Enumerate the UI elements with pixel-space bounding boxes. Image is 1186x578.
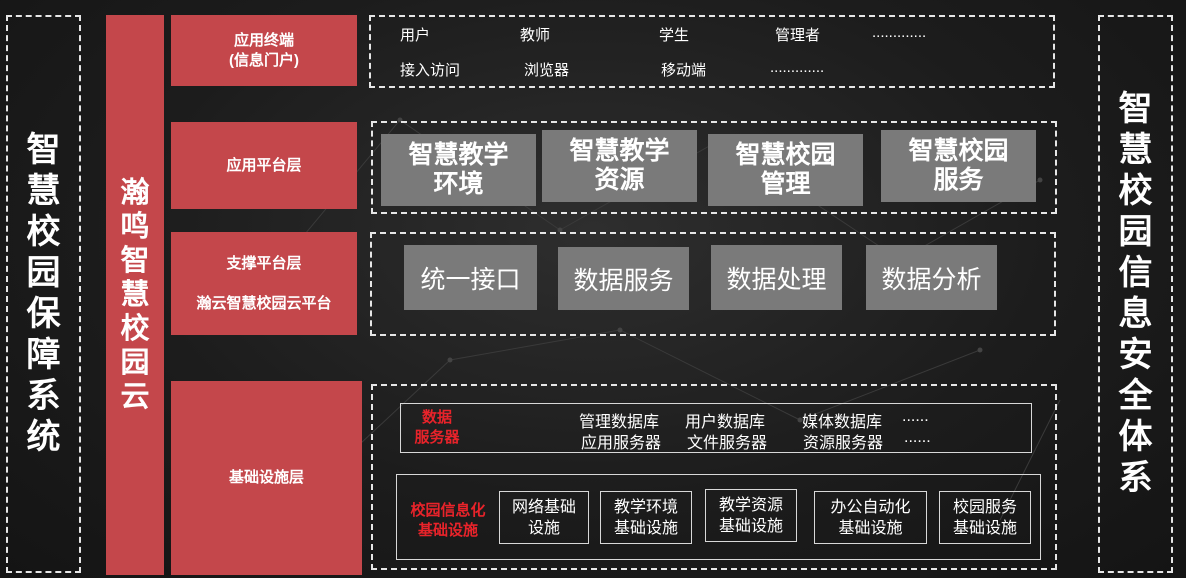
- cloud-column: 瀚鸣智慧校园云: [106, 15, 164, 575]
- campus-infra-label: 校园信息化 基础设施: [402, 501, 494, 541]
- cloud-char: 云: [120, 381, 150, 413]
- left-system-char: 统: [26, 418, 61, 456]
- layer-terminal-line2: (信息门户): [229, 51, 299, 69]
- infra-office-automation: 办公自动化 基础设施: [814, 491, 927, 544]
- app-box-1-line1: 智慧教学: [408, 141, 509, 169]
- cloud-char: 园: [120, 347, 150, 379]
- infra-campus-service-line2: 基础设施: [952, 519, 1017, 537]
- terminal-access: 接入访问: [400, 62, 461, 79]
- infra-teaching-res-line1: 教学资源: [718, 496, 783, 514]
- app-box-2-line1: 智慧教学: [569, 137, 670, 165]
- cloud-char: 鸣: [120, 211, 150, 243]
- left-system-char: 慧: [26, 172, 61, 210]
- right-system-char: 系: [1118, 459, 1153, 497]
- data-server-label-line1: 数据: [421, 409, 452, 426]
- left-security-system: 智慧校园保障系统: [6, 15, 81, 573]
- data-server-label-line2: 服务器: [414, 429, 460, 446]
- infra-teaching-env-line2: 基础设施: [613, 519, 678, 537]
- left-system-char: 保: [26, 295, 61, 333]
- layer-app-platform: 应用平台层: [171, 122, 357, 209]
- app-box-teaching-res: 智慧教学 资源: [542, 130, 697, 202]
- right-info-security-system: 智慧校园信息安全体系: [1098, 15, 1173, 573]
- right-system-char: 安: [1118, 336, 1153, 374]
- infra-teaching-res-line2: 基础设施: [718, 517, 783, 535]
- campus-infra-label-line1: 校园信息化: [410, 502, 486, 519]
- infra-campus-service-line1: 校园服务: [952, 498, 1017, 516]
- cloud-char: 智: [120, 245, 150, 277]
- app-box-4-line2: 服务: [933, 166, 984, 194]
- left-system-char: 智: [26, 131, 61, 169]
- right-system-title: 智慧校园信息安全体系: [1119, 89, 1153, 499]
- support-data-service: 数据服务: [558, 247, 689, 310]
- left-system-char: 障: [26, 336, 61, 374]
- left-system-char: 系: [26, 377, 61, 415]
- terminal-teacher: 教师: [520, 27, 551, 44]
- layer-app-platform-label: 应用平台层: [226, 156, 302, 174]
- layer-terminal: 应用终端 (信息门户): [171, 15, 357, 86]
- cloud-char: 慧: [120, 279, 150, 311]
- left-system-title: 智慧校园保障系统: [27, 130, 61, 458]
- infra-teaching-res: 教学资源 基础设施: [705, 489, 797, 542]
- left-system-char: 园: [26, 254, 61, 292]
- cloud-title: 瀚鸣智慧校园云: [120, 176, 149, 414]
- terminal-user: 用户: [400, 27, 431, 44]
- terminal-admin: 管理者: [775, 27, 821, 44]
- app-box-1-line2: 环境: [433, 170, 484, 198]
- server-app: 应用服务器: [581, 435, 662, 452]
- terminal-student: 学生: [659, 27, 690, 44]
- right-system-char: 园: [1118, 213, 1153, 251]
- right-system-char: 息: [1118, 295, 1153, 333]
- right-system-char: 慧: [1118, 131, 1153, 169]
- db-more: ......: [902, 408, 929, 425]
- campus-infra-label-line2: 基础设施: [417, 522, 478, 539]
- terminal-browser: 浏览器: [524, 62, 570, 79]
- infra-campus-service: 校园服务 基础设施: [939, 491, 1031, 544]
- right-system-char: 体: [1118, 418, 1153, 456]
- app-box-3-line2: 管理: [760, 170, 811, 198]
- layer-infrastructure-label: 基础设施层: [228, 469, 304, 486]
- server-file: 文件服务器: [687, 435, 768, 452]
- support-unified-interface: 统一接口: [404, 245, 537, 310]
- right-system-char: 智: [1118, 90, 1153, 128]
- layer-support-line1: 支撑平台层: [226, 254, 302, 272]
- infra-teaching-env-line1: 教学环境: [613, 498, 678, 516]
- server-resource: 资源服务器: [803, 435, 884, 452]
- layer-support-line2: 瀚云智慧校园云平台: [196, 294, 332, 312]
- cloud-char: 校: [120, 313, 150, 345]
- terminal-more-2: .............: [770, 59, 825, 76]
- right-system-char: 信: [1118, 254, 1153, 292]
- app-box-2-line2: 资源: [594, 166, 645, 194]
- data-server-label: 数据 服务器: [405, 408, 469, 448]
- layer-terminal-line1: 应用终端: [233, 31, 294, 49]
- support-data-analysis: 数据分析: [866, 245, 997, 310]
- infra-office-line2: 基础设施: [838, 519, 903, 537]
- cloud-char: 瀚: [120, 177, 150, 209]
- infra-network: 网络基础 设施: [499, 491, 589, 544]
- app-box-3-line1: 智慧校园: [735, 141, 836, 169]
- support-data-processing: 数据处理: [711, 245, 842, 310]
- right-system-char: 校: [1118, 172, 1153, 210]
- layer-support-platform: 支撑平台层 瀚云智慧校园云平台: [171, 232, 357, 335]
- infra-network-line2: 设施: [527, 519, 560, 537]
- left-system-char: 校: [26, 213, 61, 251]
- infra-teaching-env: 教学环境 基础设施: [600, 491, 692, 544]
- infra-office-line1: 办公自动化: [830, 498, 911, 516]
- layer-infrastructure: 基础设施层: [171, 381, 362, 575]
- terminal-more-1: .............: [872, 24, 927, 41]
- right-system-char: 全: [1118, 377, 1153, 415]
- terminal-mobile: 移动端: [661, 62, 707, 79]
- app-box-campus-service: 智慧校园 服务: [881, 130, 1036, 202]
- app-box-4-line1: 智慧校园: [908, 137, 1009, 165]
- server-more: ......: [904, 429, 931, 446]
- infra-network-line1: 网络基础: [511, 498, 576, 516]
- app-box-teaching-env: 智慧教学 环境: [381, 134, 536, 206]
- app-box-campus-mgmt: 智慧校园 管理: [708, 134, 863, 206]
- terminal-section: [369, 15, 1055, 88]
